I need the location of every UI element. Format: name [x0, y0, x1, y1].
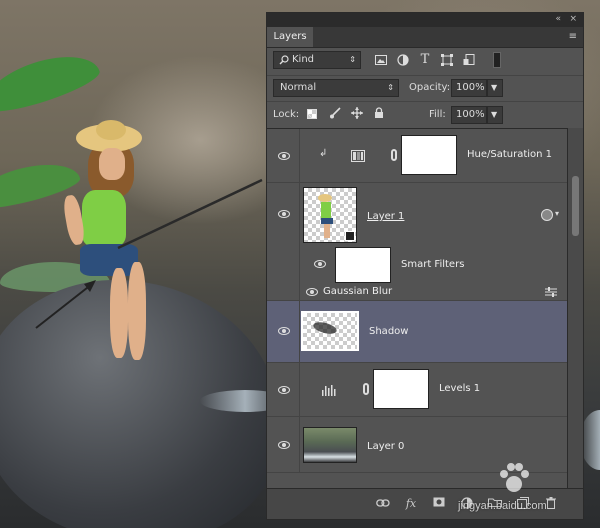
layer-row-layer-1[interactable]: Layer 1 ▾ Smart Filters Gaussian Blur: [267, 183, 567, 301]
lock-label: Lock:: [273, 109, 300, 120]
blend-mode-value: Normal: [280, 82, 317, 93]
row-divider: [299, 417, 300, 472]
eye-icon[interactable]: [277, 440, 291, 450]
clip-arrow-icon: ↲: [319, 148, 328, 159]
lock-row: Lock: Fill: 100% ▼: [267, 101, 583, 128]
filter-toggle-switch[interactable]: [493, 52, 501, 68]
layer-thumbnail[interactable]: [301, 311, 359, 351]
hue-saturation-icon: [351, 150, 365, 162]
search-icon: [279, 55, 289, 65]
eye-icon[interactable]: [277, 326, 291, 336]
layer-name[interactable]: Hue/Saturation 1: [467, 149, 552, 161]
blend-mode-select[interactable]: Normal ⇕: [273, 79, 399, 97]
tab-row: Layers ≡: [267, 27, 583, 48]
filter-options-icon[interactable]: [545, 287, 557, 297]
filter-row: Kind ⇕ T: [267, 49, 583, 73]
baidu-watermark: jingyan.baidu.com: [442, 460, 592, 520]
tab-layers[interactable]: Layers: [267, 27, 313, 47]
panel-titlebar[interactable]: « ×: [267, 13, 583, 27]
chevron-down-icon[interactable]: ▼: [487, 106, 503, 124]
layer-name[interactable]: Smart Filters: [401, 259, 464, 271]
layer-name[interactable]: Shadow: [369, 326, 408, 338]
smart-object-filter-icon[interactable]: [461, 52, 477, 68]
image-filter-icon[interactable]: [373, 52, 389, 68]
opacity-input[interactable]: 100%: [451, 79, 487, 97]
expand-arrow-icon[interactable]: ▾: [555, 209, 559, 218]
type-filter-icon[interactable]: T: [417, 52, 433, 68]
lock-brush-icon[interactable]: [327, 107, 343, 123]
eye-icon[interactable]: [313, 259, 327, 269]
eye-icon[interactable]: [277, 385, 291, 395]
layer-list-scrollbar[interactable]: [567, 128, 583, 490]
scrollbar-thumb[interactable]: [572, 176, 579, 236]
layer-row-levels[interactable]: Levels 1: [267, 363, 567, 417]
fill-input[interactable]: 100%: [451, 106, 487, 124]
layer-name[interactable]: Layer 0: [367, 441, 404, 453]
lock-all-icon[interactable]: [371, 107, 387, 123]
layer-thumbnail[interactable]: [303, 187, 357, 243]
layer-name[interactable]: Gaussian Blur: [323, 286, 392, 298]
smart-filter-mask-thumbnail[interactable]: [335, 247, 391, 283]
chevron-updown-icon: ⇕: [349, 55, 356, 64]
row-divider: [299, 301, 300, 362]
layer-thumbnail[interactable]: [303, 427, 357, 463]
eye-icon[interactable]: [305, 287, 319, 297]
paw-logo-icon: [500, 463, 529, 492]
adjustment-filter-icon[interactable]: [395, 52, 411, 68]
blend-row: Normal ⇕ Opacity: 100% ▼: [267, 75, 583, 100]
link-icon[interactable]: [375, 497, 391, 511]
layer-mask-thumbnail[interactable]: [401, 135, 457, 175]
collapse-icon[interactable]: «: [555, 14, 561, 24]
row-divider: [299, 129, 300, 182]
layer-row-shadow[interactable]: Shadow: [267, 301, 567, 363]
fill-label: Fill:: [429, 109, 446, 120]
layer-name[interactable]: Layer 1: [367, 211, 404, 223]
close-icon[interactable]: ×: [569, 14, 577, 24]
layers-panel[interactable]: « × Layers ≡ Kind ⇕ T Normal ⇕ Opacity: …: [266, 12, 584, 520]
gaussian-blur-row[interactable]: Gaussian Blur: [299, 283, 567, 301]
lock-move-icon[interactable]: [349, 107, 365, 123]
smart-filters-row[interactable]: Smart Filters: [299, 245, 567, 283]
opacity-label: Opacity:: [409, 82, 451, 93]
kind-filter-label: Kind: [292, 54, 315, 65]
watermark-url: jingyan.baidu.com: [458, 500, 547, 512]
chevron-updown-icon: ⇕: [387, 83, 394, 92]
panel-menu-icon[interactable]: ≡: [569, 31, 577, 42]
layer-mask-thumbnail[interactable]: [373, 369, 429, 409]
shape-filter-icon[interactable]: [439, 52, 455, 68]
layer-list[interactable]: ↲ Hue/Saturation 1 Layer 1 ▾ Smart Filte…: [267, 128, 567, 491]
chevron-down-icon[interactable]: ▼: [487, 79, 503, 97]
row-divider: [299, 363, 300, 416]
smart-object-badge-icon: [345, 231, 355, 241]
eye-icon[interactable]: [277, 209, 291, 219]
kind-filter-select[interactable]: Kind ⇕: [273, 51, 361, 69]
layer-name[interactable]: Levels 1: [439, 383, 480, 395]
link-icon[interactable]: [391, 149, 397, 161]
fx-icon[interactable]: fx: [403, 497, 419, 511]
link-icon[interactable]: [363, 383, 369, 395]
layer-row-hue-saturation[interactable]: ↲ Hue/Saturation 1: [267, 129, 567, 183]
levels-icon: [322, 385, 336, 396]
eye-icon[interactable]: [277, 151, 291, 161]
smart-filter-indicator-icon[interactable]: [541, 209, 553, 221]
lock-transparent-icon[interactable]: [307, 109, 317, 119]
